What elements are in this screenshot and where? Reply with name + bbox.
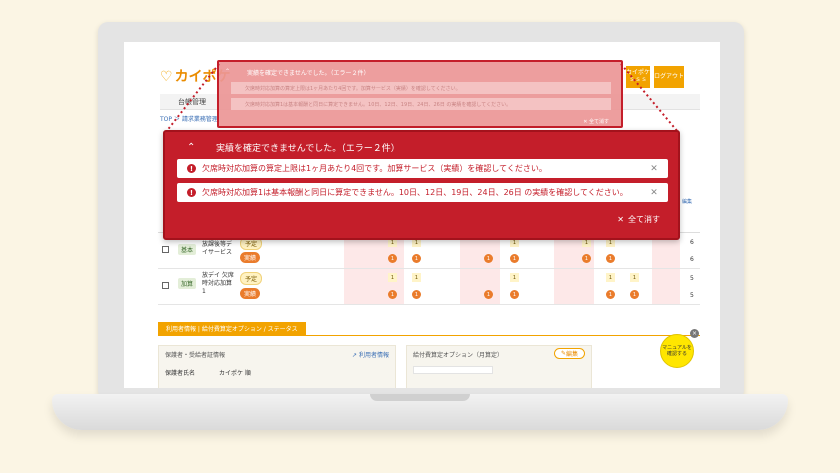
guardian-name: 保護者氏名 カイポケ 順: [165, 370, 251, 377]
manual-button[interactable]: マニュアルを 確認する: [660, 334, 694, 368]
error-message: 欠席時対応加算の算定上限は1ヶ月あたり4回です。加算サービス（実績）を確認してく…: [202, 164, 547, 173]
close-icon: ✕: [617, 215, 624, 224]
guardian-panel: 保護者・受給者証情報 ↗ 利用者情報 保護者氏名 カイポケ 順: [158, 345, 396, 388]
row-checkbox[interactable]: [162, 246, 169, 253]
clear-all-button[interactable]: ✕ 全て消す: [617, 214, 660, 225]
result-mark[interactable]: 1: [630, 290, 639, 299]
laptop-notch: [370, 394, 470, 401]
heart-icon: ♡: [160, 69, 173, 85]
section-divider: [158, 335, 700, 336]
error-icon: !: [187, 188, 196, 197]
user-info-link[interactable]: ↗ 利用者情報: [352, 350, 389, 359]
result-mark[interactable]: 1: [606, 254, 615, 263]
plan-mark[interactable]: 1: [630, 273, 639, 282]
chevron-up-icon[interactable]: ⌃: [187, 143, 197, 153]
service-grid: 基本 放課後等デ イサービス 予定 実績 1 1 1 1 1 1 1 1 1 1…: [158, 232, 700, 305]
plan-mark[interactable]: 1: [412, 273, 421, 282]
result-mark[interactable]: 1: [510, 254, 519, 263]
row-checkbox[interactable]: [162, 282, 169, 289]
plan-pill[interactable]: 予定: [240, 272, 263, 285]
result-mark[interactable]: 1: [412, 254, 421, 263]
clear-all-button[interactable]: ✕ 全て消す: [583, 118, 609, 125]
error-bg-message: 欠席時対応加算の算定上限は1ヶ月あたり4回です。加算サービス（実績）を確認してく…: [231, 82, 611, 94]
result-mark[interactable]: 1: [388, 290, 397, 299]
row-total: 5: [690, 275, 694, 282]
error-message-row: ! 欠席時対応加算の算定上限は1ヶ月あたり4回です。加算サービス（実績）を確認し…: [177, 159, 668, 178]
result-mark[interactable]: 1: [484, 254, 493, 263]
service-name: 放課後等デ イサービス: [202, 241, 233, 257]
section-tab-user-info[interactable]: 利用者情報 | 給付費算定オプション / ステータス: [158, 322, 306, 335]
billing-option-panel: 給付費算定オプション（月算定） ✎ 編集: [406, 345, 592, 388]
account-button[interactable]: カイポケ ｓｓｓ: [626, 66, 650, 88]
plan-mark[interactable]: 1: [388, 273, 397, 282]
panel-title: 給付費算定オプション（月算定）: [413, 352, 504, 359]
close-icon[interactable]: ×: [690, 329, 699, 338]
error-bg-header: 実績を確定できませんでした。（エラー２件）: [247, 70, 370, 77]
result-pill[interactable]: 実績: [240, 288, 261, 299]
error-banner: ⌃ 実績を確定できませんでした。（エラー２件） ! 欠席時対応加算の算定上限は1…: [163, 130, 680, 240]
service-tag: 基本: [178, 244, 197, 255]
result-mark[interactable]: 1: [510, 290, 519, 299]
error-icon: !: [187, 164, 196, 173]
breadcrumb[interactable]: TOP ＞ 請求業務管理: [160, 114, 218, 123]
error-message: 欠席時対応加算1は基本報酬と同日に算定できません。10日、12日、19日、24日…: [202, 188, 628, 197]
option-field[interactable]: [413, 366, 493, 374]
row-total: 6: [690, 256, 694, 263]
error-message-row: ! 欠席時対応加算1は基本報酬と同日に算定できません。10日、12日、19日、2…: [177, 183, 668, 202]
error-banner-background: ⌃ 実績を確定できませんでした。（エラー２件） 欠席時対応加算の算定上限は1ヶ月…: [217, 60, 623, 128]
result-mark[interactable]: 1: [582, 254, 591, 263]
result-mark[interactable]: 1: [484, 290, 493, 299]
result-mark[interactable]: 1: [606, 290, 615, 299]
plan-mark[interactable]: 1: [510, 273, 519, 282]
logout-button[interactable]: ログアウト: [654, 66, 684, 88]
nav-item-ledger[interactable]: 台帳管理: [178, 97, 206, 107]
panel-title: 保護者・受給者証情報: [165, 352, 226, 359]
row-total: 5: [690, 292, 694, 299]
result-pill[interactable]: 実績: [240, 252, 261, 263]
table-row: 加算 放デイ 欠席 時対応加算 1 予定 実績 1 1 1 1 1 1 1 1 …: [158, 269, 700, 305]
close-icon[interactable]: ✕: [648, 164, 660, 174]
grid-edit-link[interactable]: 編集: [682, 198, 692, 205]
service-name: 放デイ 欠席 時対応加算 1: [202, 272, 234, 296]
result-mark[interactable]: 1: [412, 290, 421, 299]
service-tag: 加算: [178, 278, 197, 289]
plan-mark[interactable]: 1: [606, 273, 615, 282]
chevron-up-icon[interactable]: ⌃: [225, 68, 230, 75]
close-icon[interactable]: ✕: [648, 188, 660, 198]
error-header: 実績を確定できませんでした。（エラー２件）: [216, 144, 400, 154]
edit-button[interactable]: ✎ 編集: [553, 348, 585, 359]
row-total: 6: [690, 239, 694, 246]
error-bg-message: 欠席時対応加算1は基本報酬と同日に算定できません。10日、12日、19日、24日…: [231, 98, 611, 110]
result-mark[interactable]: 1: [388, 254, 397, 263]
